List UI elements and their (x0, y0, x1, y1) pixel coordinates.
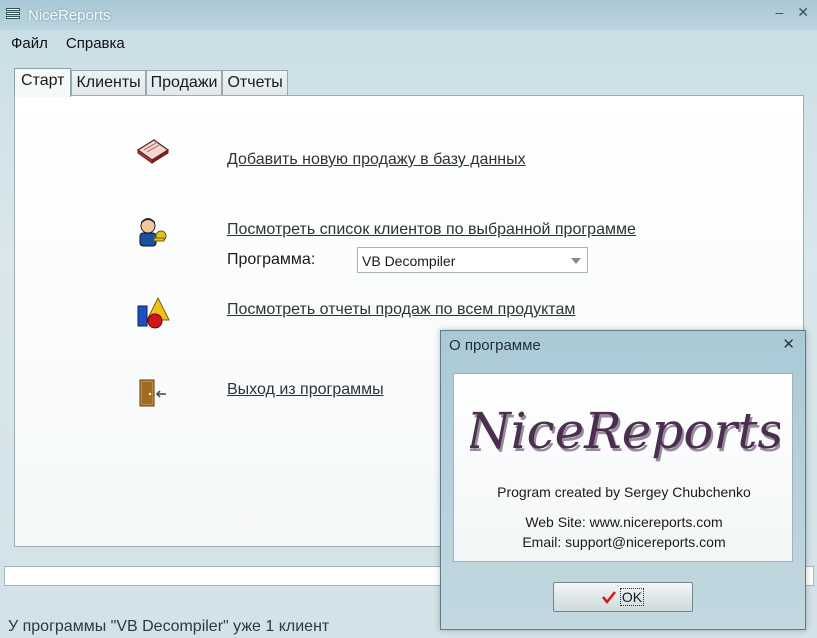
client-key-icon (139, 218, 167, 247)
tab-strip: Старт Клиенты Продажи Отчеты (14, 68, 288, 97)
book-icon (136, 139, 170, 164)
nicereports-logo: NiceReports NiceReports (470, 402, 780, 463)
chart-shapes-icon (137, 296, 170, 329)
close-icon[interactable]: ✕ (782, 335, 795, 353)
exit-link[interactable]: Выход из программы (227, 381, 384, 399)
dialog-title: О программе (449, 337, 541, 354)
view-reports-link[interactable]: Посмотреть отчеты продаж по всем продукт… (227, 301, 575, 319)
ok-button-label: OK (619, 588, 645, 606)
ok-button[interactable]: OK (553, 582, 693, 612)
menu-help[interactable]: Справка (55, 33, 132, 55)
tab-start[interactable]: Старт (14, 68, 72, 97)
exit-door-icon (139, 379, 166, 407)
tab-clients[interactable]: Клиенты (71, 70, 146, 96)
view-clients-link[interactable]: Посмотреть список клиентов по выбранной … (227, 221, 636, 239)
website-text: Web Site: www.nicereports.com (525, 514, 723, 530)
menu-file[interactable]: Файл (0, 33, 55, 55)
menu-bar: Файл Справка (0, 33, 132, 55)
title-bar: NiceReports – ✕ (0, 0, 817, 30)
app-icon (6, 8, 22, 22)
checkmark-icon (601, 591, 616, 604)
add-sale-link[interactable]: Добавить новую продажу в базу данных (227, 151, 526, 169)
tab-sales[interactable]: Продажи (145, 70, 223, 96)
window-title: NiceReports (28, 6, 111, 24)
email-text: Email: support@nicereports.com (522, 534, 726, 550)
program-label: Программа: (227, 251, 316, 268)
minimize-icon[interactable]: – (775, 4, 783, 21)
about-dialog: О программе ✕ NiceReports NiceReports Pr… (440, 330, 806, 630)
program-select[interactable]: VB Decompiler (357, 247, 588, 273)
tab-reports[interactable]: Отчеты (222, 70, 288, 96)
created-by-text: Program created by Sergey Chubchenko (497, 484, 751, 500)
chevron-down-icon (571, 258, 581, 264)
program-select-value: VB Decompiler (362, 253, 456, 269)
status-text: У программы "VB Decompiler" уже 1 клиент (8, 618, 330, 635)
about-content: NiceReports NiceReports Program created … (453, 373, 793, 562)
close-icon[interactable]: ✕ (797, 4, 809, 21)
svg-text:NiceReports: NiceReports (470, 402, 780, 460)
